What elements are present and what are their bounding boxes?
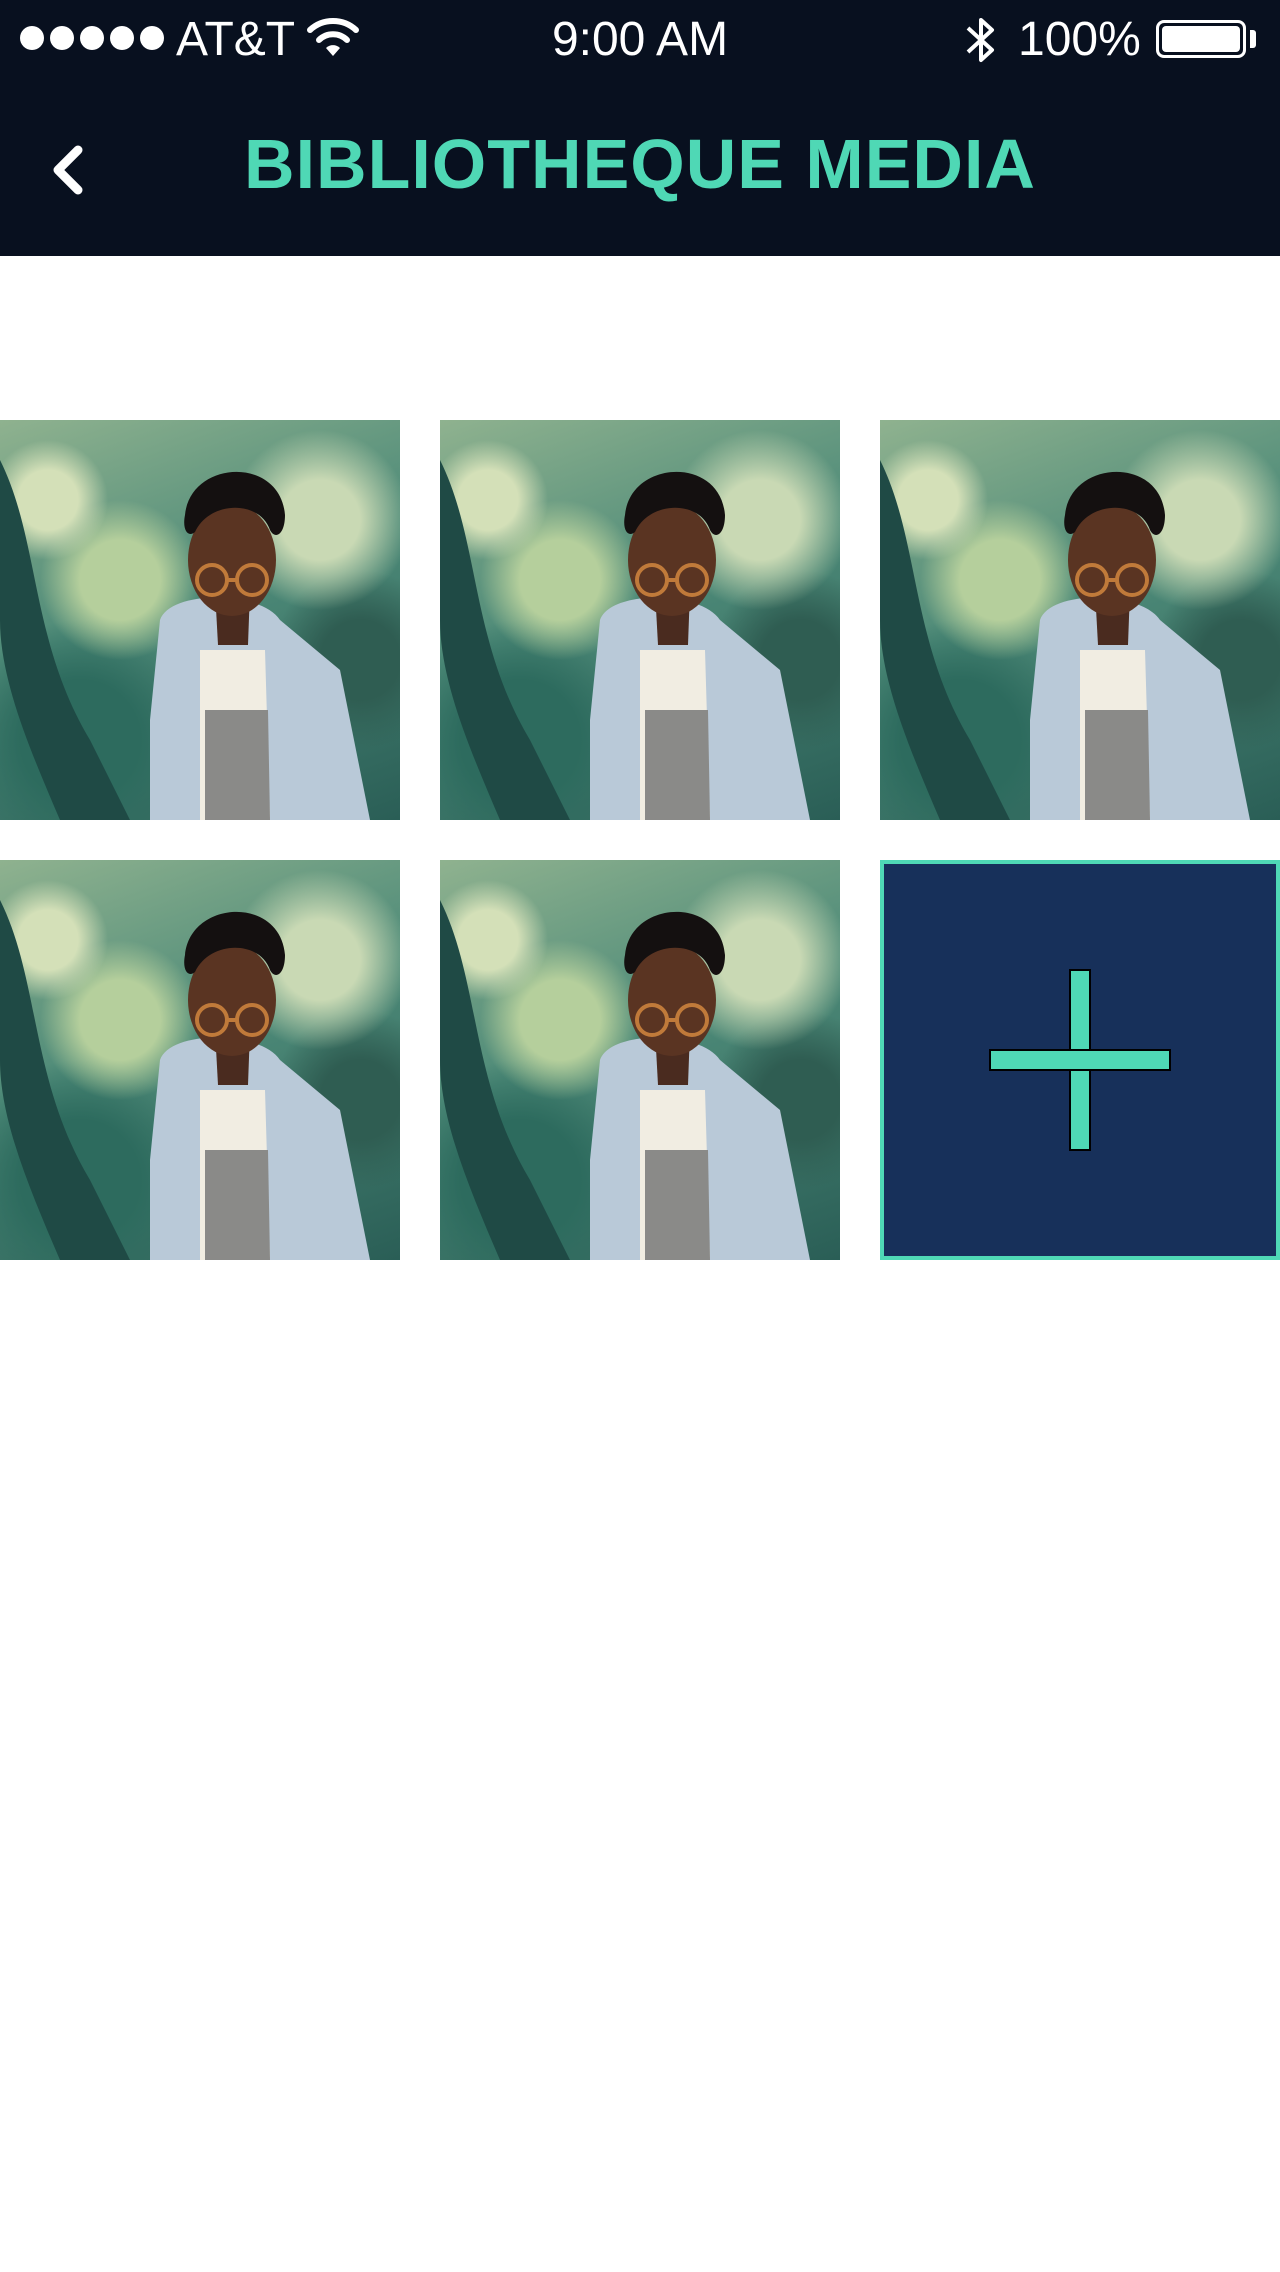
portrait-image xyxy=(440,900,810,1260)
portrait-image xyxy=(0,900,370,1260)
add-media-button[interactable] xyxy=(880,860,1280,1260)
media-thumbnail[interactable] xyxy=(0,420,400,820)
media-thumbnail[interactable] xyxy=(440,860,840,1260)
portrait-image xyxy=(0,460,370,820)
header: AT&T 9:00 AM 100% BIBLIOTHEQUE MEDIA xyxy=(0,0,1280,256)
media-thumbnail[interactable] xyxy=(880,420,1280,820)
media-thumbnail[interactable] xyxy=(0,860,400,1260)
media-thumbnail[interactable] xyxy=(440,420,840,820)
page-title: BIBLIOTHEQUE MEDIA xyxy=(244,125,1036,203)
plus-icon xyxy=(989,969,1171,1151)
status-bar: AT&T 9:00 AM 100% xyxy=(0,0,1280,80)
battery-icon xyxy=(1156,20,1246,58)
battery-percent: 100% xyxy=(1018,13,1141,66)
battery-tip xyxy=(1250,30,1256,48)
media-library-screen: AT&T 9:00 AM 100% BIBLIOTHEQUE MEDIA xyxy=(0,0,1280,2272)
portrait-image xyxy=(440,460,810,820)
bluetooth-icon xyxy=(966,18,994,62)
portrait-image xyxy=(880,460,1250,820)
